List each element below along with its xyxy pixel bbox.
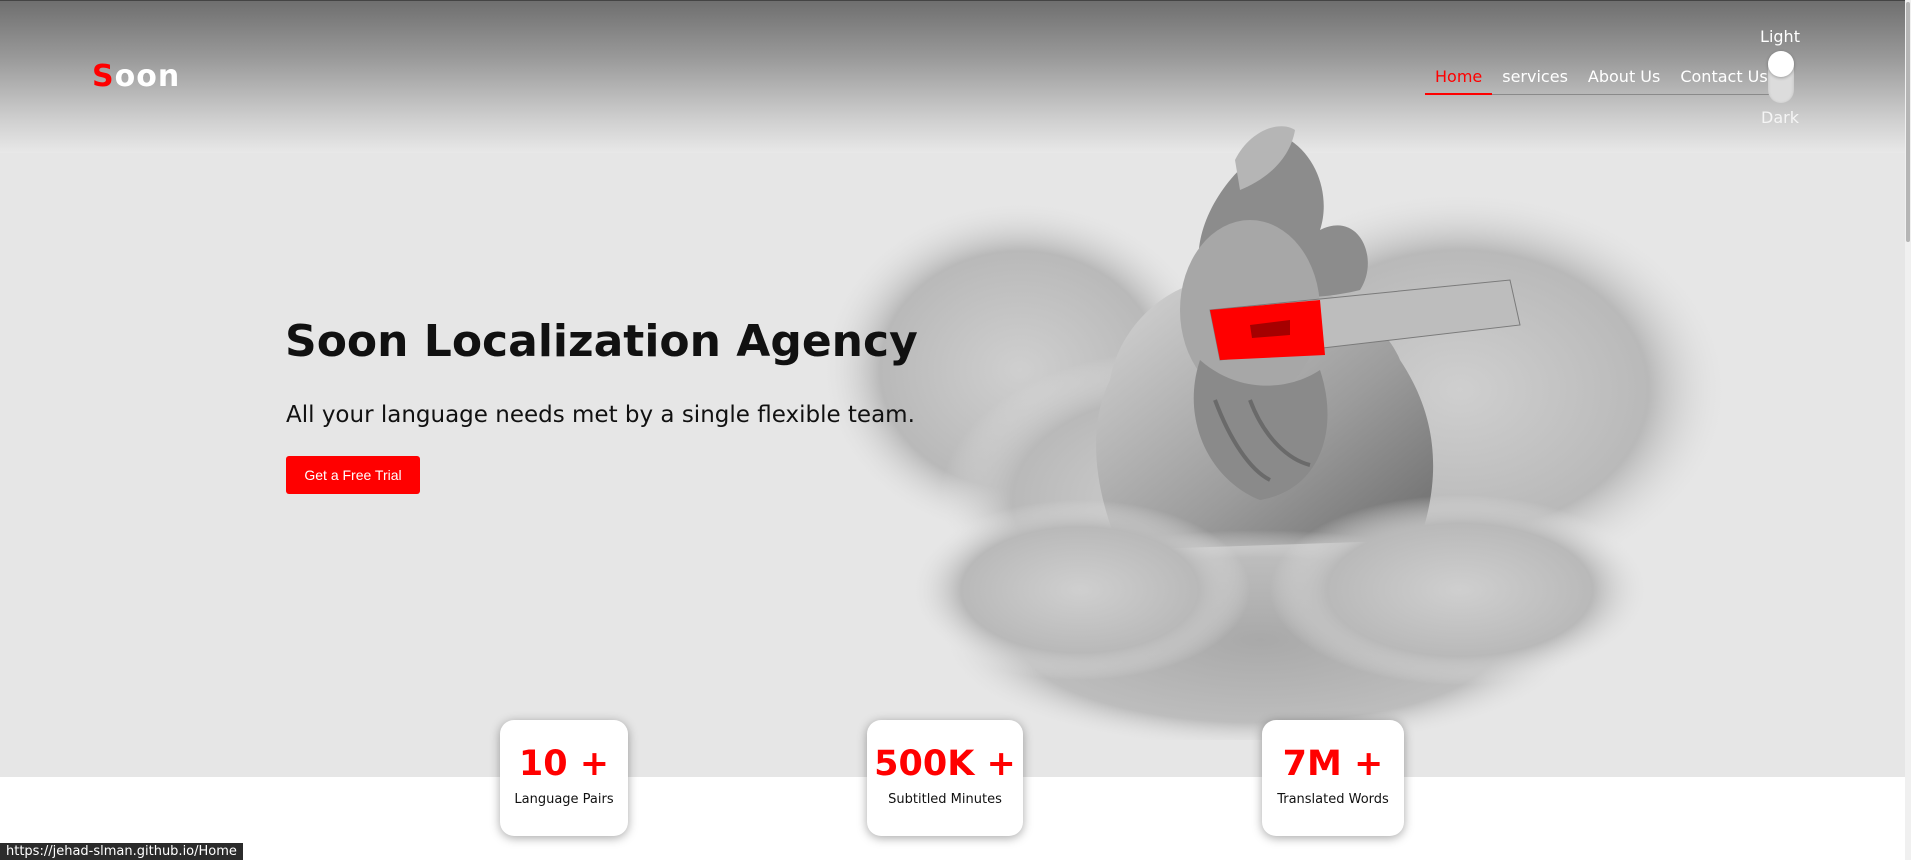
main-nav: Home services About Us Contact Us bbox=[1425, 64, 1778, 95]
scrollbar-thumb[interactable] bbox=[1906, 2, 1910, 242]
free-trial-button[interactable]: Get a Free Trial bbox=[286, 456, 420, 494]
statue-in-clouds-illustration bbox=[820, 126, 1730, 740]
stat-caption: Translated Words bbox=[1277, 792, 1389, 807]
nav-home[interactable]: Home bbox=[1425, 64, 1493, 95]
stat-value: 7M + bbox=[1282, 744, 1384, 784]
stat-card-language-pairs: 10 + Language Pairs bbox=[500, 720, 628, 836]
theme-toggle-switch[interactable] bbox=[1768, 51, 1794, 103]
theme-light-label: Light bbox=[1760, 27, 1800, 46]
stat-caption: Subtitled Minutes bbox=[888, 792, 1002, 807]
stat-value: 10 + bbox=[518, 744, 610, 784]
page-scrollbar[interactable] bbox=[1905, 0, 1911, 860]
logo-letter-s: S bbox=[92, 59, 115, 94]
nav-services[interactable]: services bbox=[1492, 64, 1578, 94]
hero-title: Soon Localization Agency bbox=[285, 316, 918, 367]
stat-caption: Language Pairs bbox=[514, 792, 614, 807]
logo-text: oon bbox=[114, 59, 181, 94]
theme-toggle: Light Dark bbox=[1755, 25, 1805, 130]
page: Soon Home services About Us Contact Us L… bbox=[0, 0, 1911, 860]
nav-about-us[interactable]: About Us bbox=[1578, 64, 1670, 94]
logo[interactable]: Soon bbox=[92, 59, 180, 94]
stat-card-subtitled-minutes: 500K + Subtitled Minutes bbox=[867, 720, 1023, 836]
stat-value: 500K + bbox=[874, 744, 1016, 784]
theme-toggle-knob[interactable] bbox=[1768, 51, 1794, 77]
stat-card-translated-words: 7M + Translated Words bbox=[1262, 720, 1404, 836]
hero-subtitle: All your language needs met by a single … bbox=[286, 402, 915, 428]
status-bar-url: https://jehad-slman.github.io/Home bbox=[0, 843, 243, 860]
